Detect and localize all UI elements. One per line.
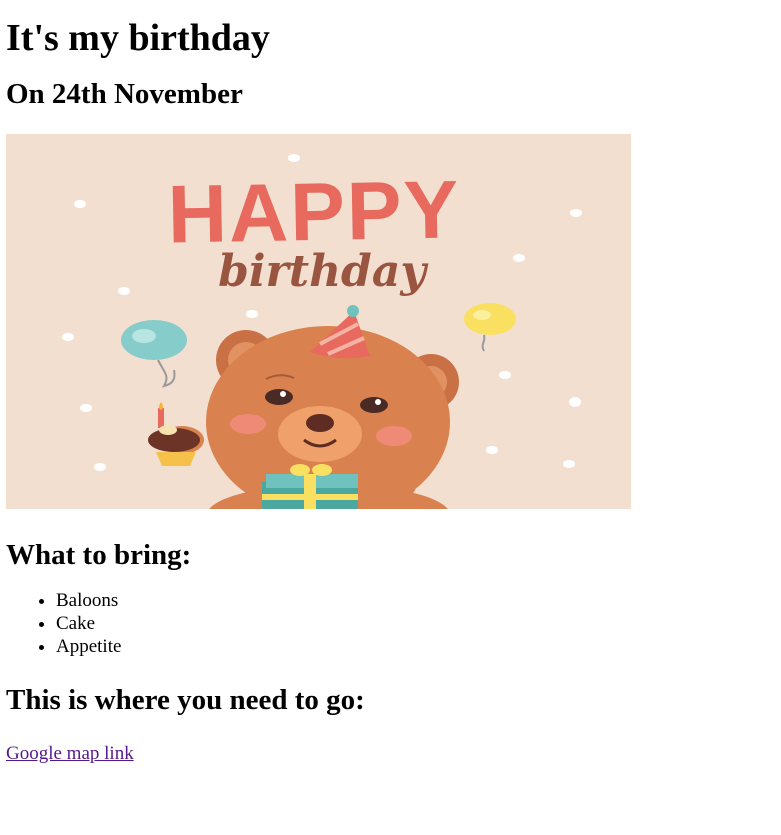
list-item: Cake — [56, 612, 775, 635]
location-heading: This is where you need to go: — [6, 684, 365, 716]
list-item: Appetite — [56, 635, 775, 658]
page-title: It's my birthday — [6, 17, 270, 59]
banner-script-text: birthday — [218, 246, 429, 297]
list-item: Baloons — [56, 589, 775, 612]
page-subtitle: On 24th November — [6, 78, 243, 110]
bring-list: Baloons Cake Appetite — [6, 589, 775, 658]
birthday-banner-image: HAPPY birthday — [6, 134, 631, 509]
google-map-link[interactable]: Google map link — [6, 742, 134, 765]
what-to-bring-heading: What to bring: — [6, 539, 192, 571]
